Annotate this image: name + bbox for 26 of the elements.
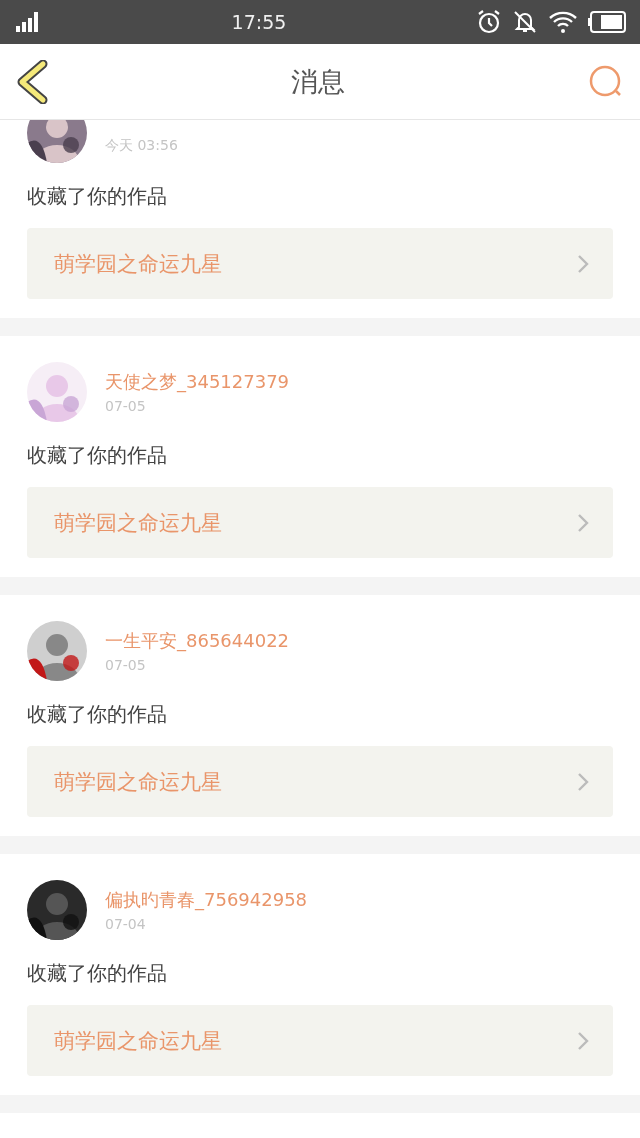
alarm-icon [476,9,502,35]
chevron-icon [577,771,589,792]
user-name[interactable]: 一生平安_865644022 [105,629,290,653]
message-text: 收藏了你的作品 [27,960,168,987]
message-date: 07-05 [105,398,147,414]
battery-icon [588,11,626,33]
message-text: 收藏了你的作品 [27,183,168,210]
chevron-icon [577,512,589,533]
user-name[interactable]: 天使之梦_345127379 [105,370,290,394]
clock-time: 17:55 [231,11,287,33]
page-title: 消息 [291,64,345,99]
work-link[interactable]: 萌学园之命运九星 [27,487,613,558]
message-date: 07-04 [105,916,147,932]
muted-bell-icon [512,9,538,35]
back-icon[interactable] [16,59,48,104]
message-text: 收藏了你的作品 [27,701,168,728]
message-text: 收藏了你的作品 [27,442,168,469]
work-link[interactable]: 萌学园之命运九星 [27,1005,613,1076]
work-link[interactable]: 萌学园之命运九星 [27,228,613,299]
user-name[interactable]: 偏执旳青春_756942958 [105,888,308,912]
wifi-icon [548,10,578,34]
message-date: 今天 03:56 [105,136,178,155]
message-date: 07-05 [105,657,147,673]
work-link[interactable]: 萌学园之命运九星 [27,746,613,817]
chevron-icon [577,253,589,274]
chevron-icon [577,1030,589,1051]
